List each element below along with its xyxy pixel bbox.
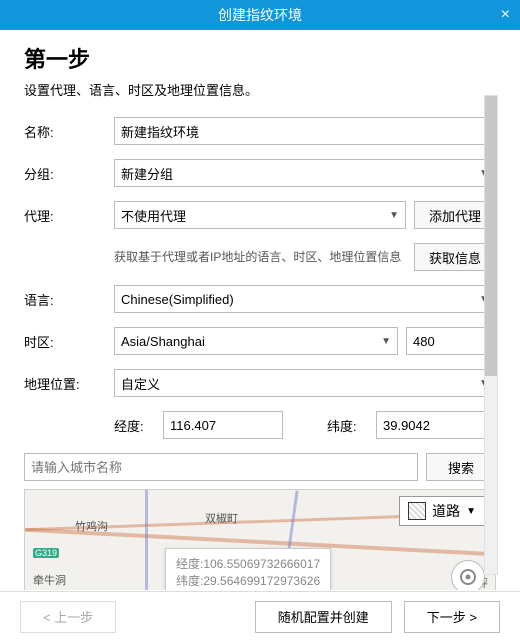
lang-label: 语言: xyxy=(24,290,114,309)
lat-label: 纬度: xyxy=(327,416,368,435)
lang-select[interactable]: Chinese(Simplified) ▼ xyxy=(114,285,496,313)
lng-input[interactable] xyxy=(163,411,283,439)
random-create-button[interactable]: 随机配置并创建 xyxy=(255,601,392,633)
geo-label: 地理位置: xyxy=(24,374,114,393)
scrollbar-thumb[interactable] xyxy=(485,96,497,376)
footer: < 上一步 随机配置并创建 下一步 > xyxy=(0,591,520,641)
proxy-select[interactable]: 不使用代理 ▼ xyxy=(114,201,406,229)
tz-select[interactable]: Asia/Shanghai ▼ xyxy=(114,327,398,355)
group-label: 分组: xyxy=(24,164,114,183)
map[interactable]: 竹鸡沟 双椒町 牵牛洞 小岩头 蚂蝗梁 渝中区 瓦房子 屋基坪 G319 G65… xyxy=(24,489,496,590)
tz-value: Asia/Shanghai xyxy=(121,334,205,349)
tooltip-lng: 经度:106.55069732666017 xyxy=(176,555,320,572)
dialog-title: 创建指纹环境 xyxy=(218,7,302,23)
map-layer-control[interactable]: 道路 ▼ xyxy=(399,496,485,526)
proxy-label: 代理: xyxy=(24,206,114,225)
city-search-input[interactable] xyxy=(24,453,418,481)
geo-value: 自定义 xyxy=(121,374,160,393)
lat-input[interactable] xyxy=(376,411,496,439)
name-label: 名称: xyxy=(24,122,114,141)
prev-button[interactable]: < 上一步 xyxy=(20,601,116,633)
tz-offset-input[interactable] xyxy=(406,327,496,355)
geo-select[interactable]: 自定义 ▼ xyxy=(114,369,496,397)
locate-button[interactable] xyxy=(451,560,485,590)
chevron-down-icon: ▼ xyxy=(381,336,391,347)
tooltip-lat: 纬度:29.564699172973626 xyxy=(176,572,320,589)
chevron-down-icon: ▼ xyxy=(466,506,476,517)
titlebar: 创建指纹环境 × xyxy=(0,0,520,30)
lng-label: 经度: xyxy=(114,416,155,435)
step-subtitle: 设置代理、语言、时区及地理位置信息。 xyxy=(24,80,496,99)
lang-value: Chinese(Simplified) xyxy=(121,292,234,307)
scrollbar[interactable] xyxy=(484,95,498,575)
group-value: 新建分组 xyxy=(121,164,173,183)
close-icon[interactable]: × xyxy=(501,0,510,30)
proxy-hint: 获取基于代理或者IP地址的语言、时区、地理位置信息 xyxy=(114,249,406,266)
map-layer-label: 道路 xyxy=(432,501,460,521)
proxy-value: 不使用代理 xyxy=(121,206,186,225)
group-select[interactable]: 新建分组 ▼ xyxy=(114,159,496,187)
map-layer-icon xyxy=(408,502,426,520)
next-button[interactable]: 下一步 > xyxy=(404,601,500,633)
name-input[interactable] xyxy=(114,117,496,145)
step-heading: 第一步 xyxy=(24,42,496,74)
map-tooltip: 经度:106.55069732666017 纬度:29.564699172973… xyxy=(165,548,331,590)
tz-label: 时区: xyxy=(24,332,114,351)
content-area: 第一步 设置代理、语言、时区及地理位置信息。 名称: 分组: 新建分组 ▼ 代理… xyxy=(0,30,520,590)
chevron-down-icon: ▼ xyxy=(389,210,399,221)
